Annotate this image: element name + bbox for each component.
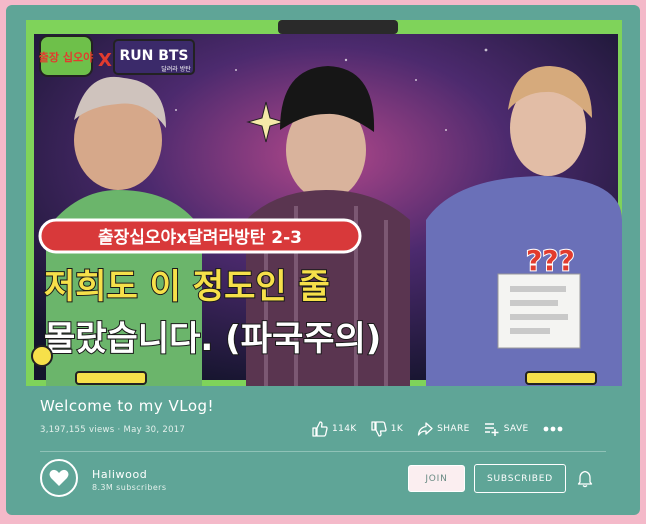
join-button[interactable]: JOIN <box>408 465 465 492</box>
badge-runbts-sub: 달려라 방탄 <box>161 65 191 73</box>
playlist-add-icon <box>484 423 499 436</box>
subscribed-button[interactable]: SUBSCRIBED <box>474 464 566 493</box>
subscriber-count: 8.3M subscribers <box>92 483 167 492</box>
caption-line-1: 저희도 이 정도인 줄 <box>44 267 330 307</box>
badge-chuljang: 출장 십오야 <box>39 35 93 77</box>
video-meta: 3,197,155 views · May 30, 2017 <box>40 425 186 435</box>
dislike-button[interactable]: 1K <box>371 421 403 437</box>
caption-line-2: 몰랐습니다. (파국주의) <box>44 319 381 359</box>
dislike-count: 1K <box>390 424 404 434</box>
thumbs-down-icon <box>371 421 387 437</box>
more-icon <box>543 426 563 432</box>
bell-icon <box>577 470 593 488</box>
video-card: 출장 십오야 X RUN BTS 달려라 방탄 출장십오야x달려라방탄 2-3 … <box>6 5 640 515</box>
heart-icon <box>49 469 69 486</box>
video-player[interactable]: 출장 십오야 X RUN BTS 달려라 방탄 출장십오야x달려라방탄 2-3 … <box>26 20 622 386</box>
svg-text:출장십오야x달려라방탄 2-3: 출장십오야x달려라방탄 2-3 <box>98 227 302 248</box>
badge-x: X <box>98 50 112 71</box>
like-button[interactable]: 114K <box>312 421 357 437</box>
video-title: Welcome to my VLog! <box>40 397 215 415</box>
channel-avatar[interactable] <box>40 459 78 497</box>
notification-bell[interactable] <box>577 470 593 492</box>
share-button[interactable]: SHARE <box>417 421 470 437</box>
more-button[interactable] <box>543 425 563 433</box>
share-icon <box>417 422 433 436</box>
thumbs-up-icon <box>312 421 328 437</box>
video-thumbnail: 출장 십오야 X RUN BTS 달려라 방탄 출장십오야x달려라방탄 2-3 … <box>26 20 622 386</box>
badge-runbts-text: RUN BTS <box>119 48 188 64</box>
badge-runbts: RUN BTS 달려라 방탄 <box>113 39 195 75</box>
video-actions: 114K 1K SHARE SAVE <box>312 417 563 441</box>
episode-label: 출장십오야x달려라방탄 2-3 <box>38 218 362 254</box>
like-count: 114K <box>332 424 357 434</box>
divider <box>40 451 606 452</box>
question-marks: ??? <box>526 244 575 277</box>
share-label: SHARE <box>437 424 470 434</box>
save-button[interactable]: SAVE <box>484 421 529 437</box>
badge-chuljang-text: 출장 십오야 <box>39 50 93 64</box>
channel-name[interactable]: Haliwood <box>92 468 147 481</box>
save-label: SAVE <box>503 424 529 434</box>
